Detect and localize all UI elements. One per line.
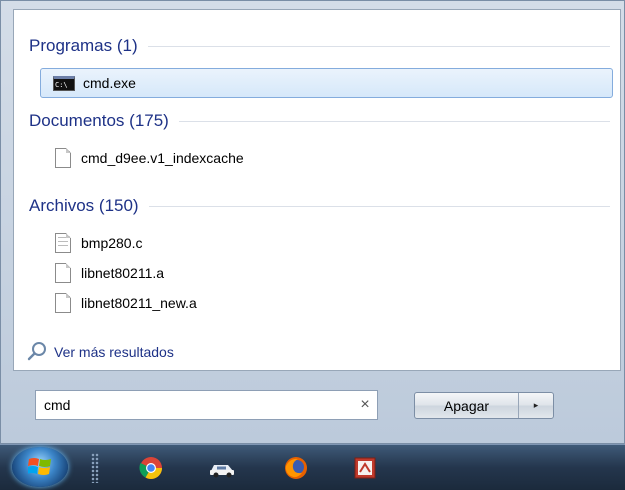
search-icon <box>27 342 46 361</box>
car-app-icon[interactable] <box>208 456 236 480</box>
firefox-icon[interactable] <box>284 456 308 480</box>
result-item-libnet80211[interactable]: libnet80211.a <box>40 258 613 288</box>
group-title-files: Archivos (150) <box>29 196 139 215</box>
search-box[interactable]: × <box>35 390 378 420</box>
taskbar <box>0 444 625 490</box>
chrome-icon[interactable] <box>139 456 163 480</box>
result-item-label: libnet80211_new.a <box>81 295 197 311</box>
group-title-programs: Programas (1) <box>29 36 138 55</box>
result-item-label: libnet80211.a <box>81 265 165 281</box>
text-file-icon <box>55 233 71 253</box>
see-more-results-label: Ver más resultados <box>54 344 174 360</box>
result-item-cmd-exe[interactable]: C:\ cmd.exe <box>40 68 613 98</box>
taskbar-grip <box>91 453 99 483</box>
group-divider <box>147 45 610 47</box>
document-icon <box>55 263 71 283</box>
start-button[interactable] <box>12 447 68 487</box>
group-divider <box>178 120 610 122</box>
document-icon <box>55 148 71 168</box>
group-divider <box>148 205 610 207</box>
chevron-right-icon: ▸ <box>533 400 539 410</box>
group-title-documents: Documentos (175) <box>29 111 169 130</box>
result-item-libnet80211-new[interactable]: libnet80211_new.a <box>40 288 613 318</box>
windows-logo-icon <box>28 458 51 475</box>
group-header-programs: Programas (1) <box>29 34 610 58</box>
console-icon: C:\ <box>53 75 75 91</box>
shutdown-button[interactable]: Apagar <box>415 393 518 418</box>
search-input[interactable] <box>44 397 353 413</box>
group-header-documents: Documentos (175) <box>29 109 610 133</box>
group-header-files: Archivos (150) <box>29 194 610 218</box>
search-results-pane: Programas (1) C:\ cmd.exe Documentos (17… <box>13 9 621 371</box>
result-item-label: bmp280.c <box>81 235 143 251</box>
start-menu: Programas (1) C:\ cmd.exe Documentos (17… <box>0 0 625 444</box>
document-icon <box>55 293 71 313</box>
result-item-label: cmd_d9ee.v1_indexcache <box>81 150 244 166</box>
see-more-results-link[interactable]: Ver más resultados <box>26 340 174 364</box>
shutdown-label: Apagar <box>443 397 490 414</box>
result-item-label: cmd.exe <box>83 75 136 91</box>
paint-app-icon[interactable] <box>353 456 377 480</box>
result-item-bmp280[interactable]: bmp280.c <box>40 228 613 258</box>
shutdown-options-button[interactable]: ▸ <box>518 393 553 418</box>
clear-search-icon[interactable]: × <box>353 396 377 414</box>
shutdown-split-button: Apagar ▸ <box>414 392 554 419</box>
result-item-indexcache[interactable]: cmd_d9ee.v1_indexcache <box>40 143 613 173</box>
